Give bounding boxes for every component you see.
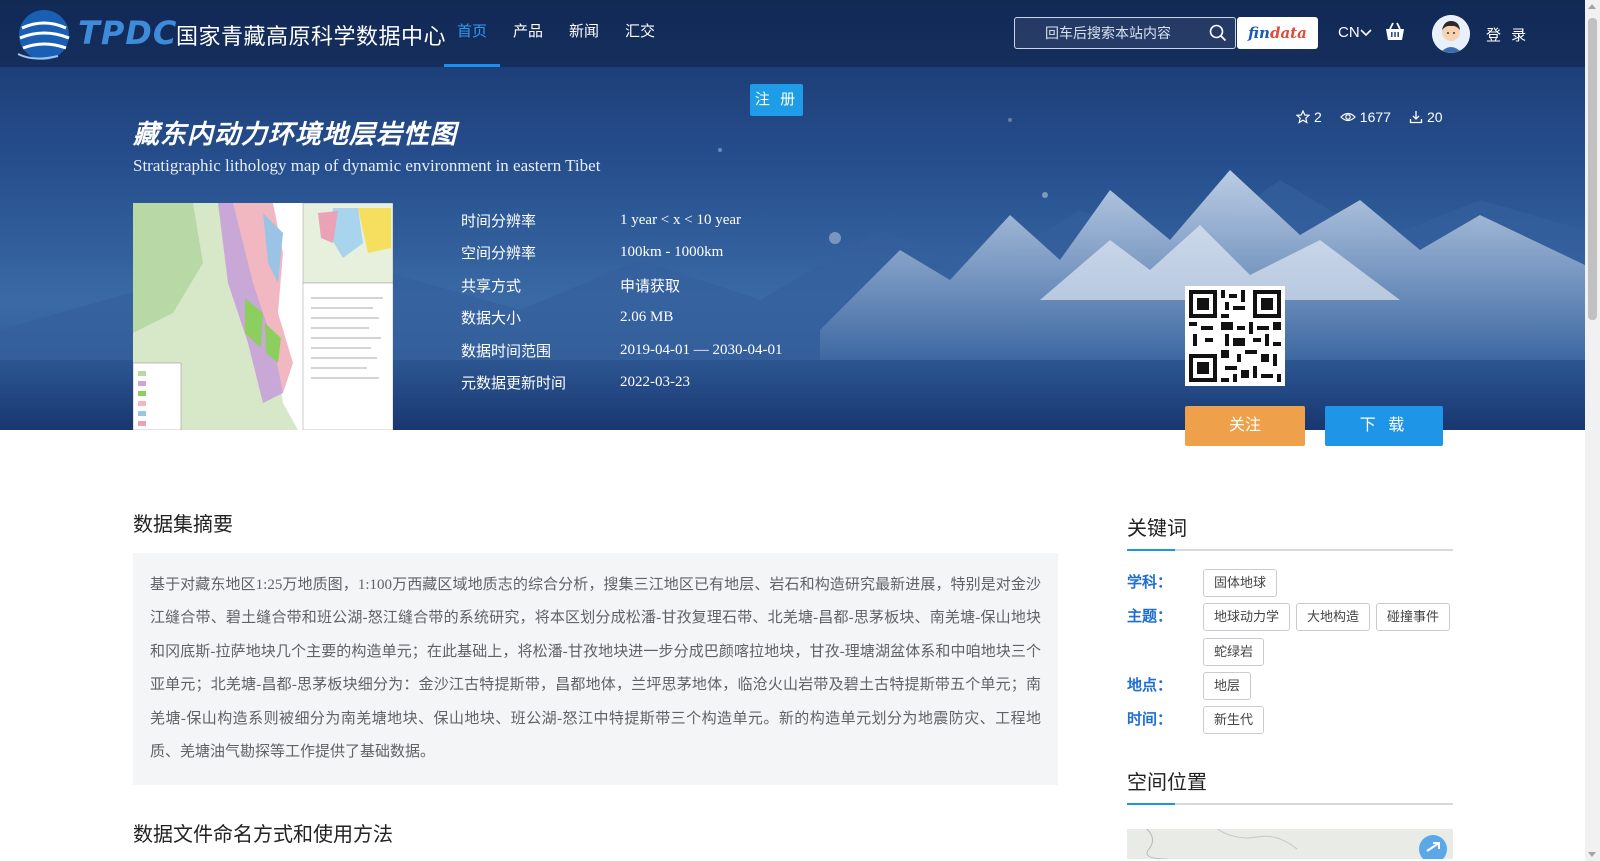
page: TPDC 国家青藏高原科学数据中心 首页 产品 新闻 汇交 findata CN	[0, 0, 1600, 861]
keyword-label-theme: 主题：	[1127, 608, 1173, 625]
keyword-tag[interactable]: 地球动力学	[1203, 603, 1291, 631]
keyword-tag[interactable]: 固体地球	[1203, 569, 1278, 597]
meta-label-time-range: 数据时间范围	[461, 342, 552, 360]
avatar[interactable]	[1432, 15, 1470, 53]
login-link[interactable]: 登 录	[1486, 24, 1529, 45]
keyword-tags: 新生代	[1203, 706, 1453, 734]
summary-box: 基于对藏东地区1:25万地质图，1:100万西藏区域地质志的综合分析，搜集三江地…	[133, 553, 1058, 785]
downloads-stat: 20	[1409, 109, 1443, 125]
meta-label-metadata-updated: 元数据更新时间	[461, 375, 567, 393]
star-icon	[1296, 110, 1310, 124]
favorites-count: 2	[1314, 109, 1322, 125]
meta-row: 数据大小 2.06 MB	[461, 302, 782, 335]
tpdc-globe-logo-icon[interactable]	[14, 4, 74, 64]
meta-value-metadata-updated: 2022-03-23	[620, 374, 690, 391]
dataset-stats: 2 1677 20	[1296, 109, 1443, 125]
language-switch[interactable]: CN	[1338, 24, 1372, 41]
menu-item-products[interactable]: 产品	[500, 0, 556, 67]
scroll-down-arrow-icon[interactable]	[1588, 852, 1596, 857]
keyword-label-place: 地点：	[1127, 677, 1173, 694]
meta-label-time-resolution: 时间分辨率	[461, 212, 537, 230]
keyword-tag[interactable]: 蛇绿岩	[1203, 638, 1265, 666]
main-menu: 首页 产品 新闻 汇交	[444, 0, 668, 67]
qr-code-icon	[1185, 286, 1285, 386]
language-label: CN	[1338, 24, 1360, 41]
keyword-row-discipline: 学科： 固体地球	[1127, 569, 1453, 597]
page-scrollbar[interactable]	[1585, 0, 1600, 861]
meta-value-sharing: 申请获取	[620, 277, 681, 295]
meta-value-spatial-resolution: 100km - 1000km	[620, 244, 724, 261]
summary-heading: 数据集摘要	[133, 514, 233, 536]
file-naming-heading: 数据文件命名方式和使用方法	[133, 824, 393, 846]
meta-row: 时间分辨率 1 year < x < 10 year	[461, 204, 782, 237]
keyword-tag[interactable]: 碰撞事件	[1376, 603, 1451, 631]
logo-abbreviation: TPDC	[78, 14, 178, 52]
hero-banner: TPDC 国家青藏高原科学数据中心 首页 产品 新闻 汇交 findata CN	[0, 0, 1585, 430]
views-stat: 1677	[1339, 109, 1391, 125]
findata-suffix: data	[1269, 24, 1307, 42]
scroll-up-arrow-icon[interactable]	[1588, 4, 1596, 9]
spatial-location-map[interactable]	[1127, 829, 1453, 859]
dataset-thumbnail-map[interactable]	[133, 203, 393, 430]
menu-item-home[interactable]: 首页	[444, 0, 501, 67]
shopping-basket-icon[interactable]	[1384, 22, 1406, 42]
menu-item-submit[interactable]: 汇交	[612, 0, 668, 67]
menu-item-news[interactable]: 新闻	[556, 0, 612, 67]
dataset-metadata: 时间分辨率 1 year < x < 10 year 空间分辨率 100km -…	[461, 204, 782, 399]
user-avatar-icon	[1432, 15, 1470, 53]
meta-value-time-range: 2019-04-01 — 2030-04-01	[620, 341, 783, 358]
eye-icon	[1339, 112, 1356, 122]
meta-label-spatial-resolution: 空间分辨率	[461, 245, 537, 263]
search-box	[1014, 17, 1236, 49]
meta-row: 共享方式 申请获取	[461, 269, 782, 302]
keywords-heading: 关键词	[1127, 512, 1453, 551]
top-nav: TPDC 国家青藏高原科学数据中心 首页 产品 新闻 汇交 findata CN	[0, 0, 1585, 67]
downloads-count: 20	[1426, 109, 1443, 125]
logo-center-name: 国家青藏高原科学数据中心	[176, 24, 447, 49]
keyword-row-theme: 主题： 地球动力学 大地构造 碰撞事件 蛇绿岩	[1127, 603, 1453, 666]
findata-prefix: fin	[1248, 24, 1270, 42]
keyword-label-time: 时间：	[1127, 711, 1173, 728]
spatial-location-heading: 空间位置	[1127, 766, 1453, 805]
download-icon	[1409, 111, 1423, 124]
keyword-tags: 地层	[1203, 672, 1453, 700]
follow-button[interactable]: 关注	[1185, 406, 1305, 446]
chevron-down-icon	[1360, 28, 1372, 36]
meta-value-data-size: 2.06 MB	[620, 309, 674, 326]
dataset-title-en: Stratigraphic lithology map of dynamic e…	[133, 156, 601, 175]
summary-text: 基于对藏东地区1:25万地质图，1:100万西藏区域地质志的综合分析，搜集三江地…	[150, 577, 1041, 761]
keywords-block: 学科： 固体地球 主题： 地球动力学 大地构造 碰撞事件 蛇绿岩 地点： 地层	[1127, 569, 1453, 734]
dataset-title-cn: 藏东内动力环境地层岩性图	[133, 119, 458, 149]
scroll-thumb[interactable]	[1588, 18, 1597, 320]
keyword-label-discipline: 学科：	[1127, 574, 1173, 591]
search-icon[interactable]	[1209, 24, 1227, 42]
meta-row: 元数据更新时间 2022-03-23	[461, 367, 782, 400]
download-button[interactable]: 下 载	[1325, 406, 1443, 446]
register-button[interactable]: 注 册	[750, 84, 803, 116]
meta-row: 空间分辨率 100km - 1000km	[461, 237, 782, 270]
favorites-stat[interactable]: 2	[1296, 109, 1322, 125]
meta-label-sharing: 共享方式	[461, 277, 522, 295]
keyword-tag[interactable]: 大地构造	[1296, 603, 1371, 631]
findata-button[interactable]: findata	[1237, 17, 1318, 49]
keyword-tag[interactable]: 地层	[1203, 672, 1252, 700]
views-count: 1677	[1359, 109, 1391, 125]
map-preview	[1146, 829, 1447, 859]
meta-label-data-size: 数据大小	[461, 310, 522, 328]
keyword-tag[interactable]: 新生代	[1203, 706, 1265, 734]
keyword-row-place: 地点： 地层	[1127, 672, 1453, 700]
keyword-tags: 固体地球	[1203, 569, 1453, 597]
keyword-row-time: 时间： 新生代	[1127, 706, 1453, 734]
meta-row: 数据时间范围 2019-04-01 — 2030-04-01	[461, 334, 782, 367]
sidebar: 关键词 学科： 固体地球 主题： 地球动力学 大地构造 碰撞事件 蛇绿岩 地点：	[1127, 512, 1453, 859]
meta-value-time-resolution: 1 year < x < 10 year	[620, 211, 742, 228]
keyword-tags: 地球动力学 大地构造 碰撞事件 蛇绿岩	[1203, 603, 1453, 666]
search-input[interactable]	[1015, 18, 1205, 48]
